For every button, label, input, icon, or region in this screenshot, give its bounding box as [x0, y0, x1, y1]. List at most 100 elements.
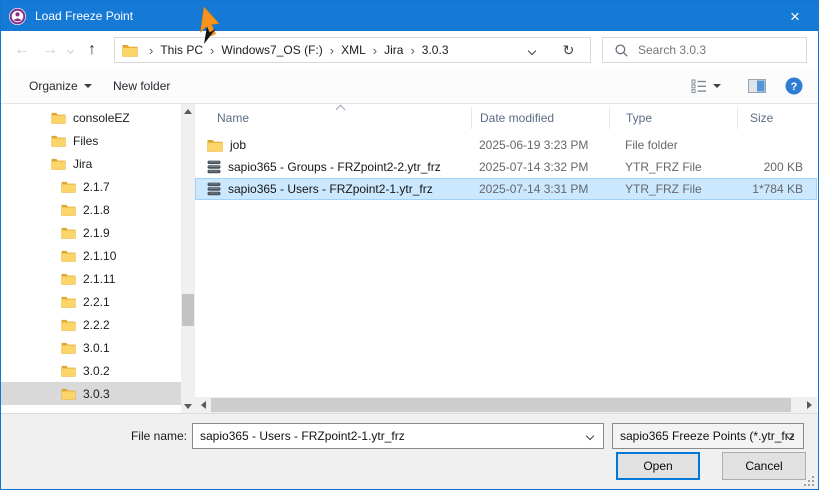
tree-item-label: 2.1.7 [83, 180, 110, 194]
breadcrumb-label: This PC [160, 43, 203, 57]
tree-item[interactable]: Files [1, 129, 181, 152]
close-button[interactable]: × [772, 1, 818, 31]
folder-icon [51, 158, 66, 170]
scroll-up-icon[interactable] [181, 104, 195, 118]
load-freeze-point-dialog: Load Freeze Point × ← → ↑ › This PC › Wi… [0, 0, 819, 490]
folder-icon [51, 112, 66, 124]
cancel-button[interactable]: Cancel [722, 452, 806, 480]
tree-item[interactable]: 2.1.7 [1, 175, 181, 198]
main-area: consoleEZ Files Jira [1, 104, 818, 413]
folder-icon [61, 365, 76, 377]
sidebar-scrollbar[interactable] [181, 104, 195, 413]
breadcrumb-item[interactable]: › This PC [142, 43, 203, 57]
breadcrumb-label: Jira [384, 43, 403, 57]
breadcrumb-item[interactable]: › XML [323, 43, 366, 57]
tree-item-label: 2.1.11 [83, 272, 115, 286]
chevron-right-icon: › [323, 44, 341, 57]
scroll-left-icon[interactable] [195, 397, 211, 413]
filelist-horizontal-scrollbar[interactable] [195, 397, 817, 413]
tree-item[interactable]: 2.2.2 [1, 313, 181, 336]
tree-item[interactable]: 3.0.1 [1, 336, 181, 359]
folder-icon [207, 139, 223, 152]
scroll-down-icon[interactable] [181, 399, 195, 413]
folder-icon [61, 227, 76, 239]
tree-item-label: 3.0.2 [83, 364, 110, 378]
search-input[interactable] [636, 42, 806, 58]
file-name-label: sapio365 - Groups - FRZpoint2-2.ytr_frz [228, 160, 441, 174]
file-name-cell: sapio365 - Groups - FRZpoint2-2.ytr_frz [195, 160, 471, 174]
help-button[interactable]: ? [785, 69, 803, 103]
tree-item-label: Jira [73, 157, 92, 171]
tree-item[interactable]: Jira [1, 152, 181, 175]
resize-grip-icon[interactable] [804, 476, 815, 487]
tree-item[interactable]: 2.1.9 [1, 221, 181, 244]
file-name-input[interactable] [193, 424, 603, 448]
up-icon[interactable]: ↑ [79, 31, 105, 69]
back-icon[interactable]: ← [9, 31, 35, 69]
tree-item[interactable]: 2.1.8 [1, 198, 181, 221]
navigation-bar: ← → ↑ › This PC › Windows7_OS (F:) › XML… [1, 31, 818, 69]
horizontal-scrollbar-thumb[interactable] [211, 398, 791, 412]
sidebar-scrollbar-thumb[interactable] [182, 294, 194, 326]
sapio365-logo-icon [9, 8, 26, 25]
file-row[interactable]: sapio365 - Groups - FRZpoint2-2.ytr_frz … [195, 156, 817, 178]
tree-item[interactable]: consoleEZ [1, 106, 181, 129]
title-bar: Load Freeze Point × [1, 1, 818, 31]
folder-icon [61, 204, 76, 216]
folder-icon [61, 296, 76, 308]
column-headers: Name Date modified Type Size [195, 104, 817, 132]
forward-icon[interactable]: → [37, 31, 63, 69]
preview-pane-icon [748, 79, 766, 93]
tree-item[interactable]: 3.0.2 [1, 359, 181, 382]
tree-item-label: Files [73, 134, 98, 148]
column-header-name[interactable]: Name [195, 107, 471, 129]
folder-icon [61, 342, 76, 354]
tree-item[interactable]: 3.0.3 [1, 382, 181, 405]
folder-icon [61, 388, 76, 400]
views-dropdown-triangle-icon [713, 84, 721, 88]
file-list: Name Date modified Type Size [195, 104, 817, 413]
tree-item[interactable]: 2.2.1 [1, 290, 181, 313]
file-type-combobox[interactable]: sapio365 Freeze Points (*.ytr_frz [612, 423, 804, 449]
file-row[interactable]: job 2025-06-19 3:23 PM File folder [195, 134, 817, 156]
tree-item-label: 2.1.10 [83, 249, 116, 263]
address-bar[interactable]: › This PC › Windows7_OS (F:) › XML › Jir… [114, 37, 548, 63]
file-name-label: sapio365 - Users - FRZpoint2-1.ytr_frz [228, 182, 433, 196]
tree-item-label: 3.0.1 [83, 341, 110, 355]
organize-label: Organize [29, 79, 78, 93]
column-header-type[interactable]: Type [609, 107, 737, 129]
file-rows: job 2025-06-19 3:23 PM File folder [195, 134, 817, 200]
tree-item-label: 2.1.8 [83, 203, 110, 217]
tree-item-label: 3.0.3 [83, 387, 110, 401]
file-name-combobox[interactable] [192, 423, 604, 449]
file-name-cell: job [195, 138, 471, 152]
tree-item[interactable]: 2.1.11 [1, 267, 181, 290]
breadcrumb-item[interactable]: › Windows7_OS (F:) [203, 43, 323, 57]
footer: File name: sapio365 Freeze Points (*.ytr… [1, 413, 818, 489]
refresh-button[interactable]: ↻ [547, 37, 591, 63]
column-header-date-modified[interactable]: Date modified [471, 107, 609, 129]
database-icon [207, 182, 221, 196]
organize-button[interactable]: Organize [29, 69, 92, 103]
size-cell: 200 KB [737, 160, 817, 174]
file-name-cell: sapio365 - Users - FRZpoint2-1.ytr_frz [195, 182, 471, 196]
help-icon: ? [785, 77, 803, 95]
change-view-button[interactable] [691, 69, 721, 103]
tree-item-label: 2.2.1 [83, 295, 110, 309]
history-chevron-icon[interactable] [63, 31, 77, 69]
breadcrumb-item[interactable]: › Jira [366, 43, 404, 57]
date-modified-cell: 2025-07-14 3:31 PM [471, 182, 609, 196]
new-folder-button[interactable]: New folder [113, 69, 170, 103]
tree-item[interactable]: 2.1.10 [1, 244, 181, 267]
scroll-right-icon[interactable] [801, 397, 817, 413]
column-header-size[interactable]: Size [737, 107, 817, 129]
folder-icon [61, 319, 76, 331]
open-button[interactable]: Open [616, 452, 700, 480]
tree-item-label: 2.2.2 [83, 318, 110, 332]
folder-icon [61, 250, 76, 262]
file-row[interactable]: sapio365 - Users - FRZpoint2-1.ytr_frz 2… [195, 178, 817, 200]
search-box[interactable] [602, 37, 807, 63]
preview-pane-button[interactable] [748, 69, 766, 103]
address-dropdown-icon[interactable] [529, 41, 535, 59]
breadcrumb-item[interactable]: › 3.0.3 [403, 43, 448, 57]
